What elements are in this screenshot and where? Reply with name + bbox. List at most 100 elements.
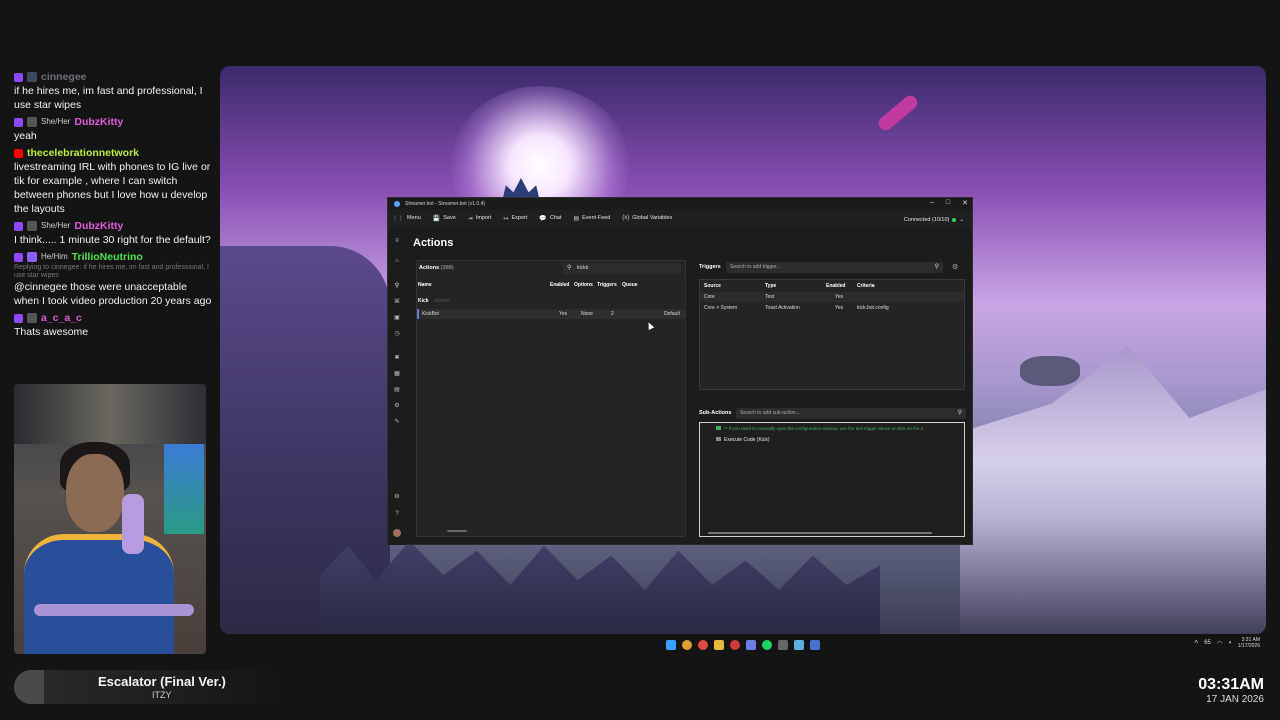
nav-settings-icon[interactable]: ⚙ (393, 493, 401, 501)
chat-username: DubzKitty (74, 116, 124, 128)
tray-datetime[interactable]: 3:31 AM 1/17/2026 (1238, 637, 1260, 649)
network-icon[interactable]: ◠ (1217, 640, 1222, 647)
chat-reply-context: Replying to cinnegee: if he hires me, im… (14, 264, 209, 279)
menu-export-button[interactable]: ↦ Export (503, 215, 527, 222)
col-options[interactable]: Options (574, 282, 593, 288)
chat-overlay: cinnegee if he hires me, im fast and prof… (14, 70, 214, 342)
stream-layout: cinnegee if he hires me, im fast and prof… (0, 0, 1280, 720)
nav-integrations-icon[interactable]: ✖ (393, 354, 401, 362)
horizontal-scrollbar[interactable] (447, 530, 467, 532)
action-group-header[interactable]: Kick actions (418, 298, 450, 304)
nav-queues-icon[interactable]: ▣ (393, 314, 401, 322)
menu-save-button[interactable]: 💾 Save (433, 215, 456, 222)
chat-pronouns: He/Him (41, 252, 68, 261)
menu-bar: ⋮⋮ Menu 💾 Save ⇥ Import ↦ Export 💬 Chat ▤ Event Fee… (388, 210, 972, 226)
menu-item-label: Global Variables (632, 215, 673, 221)
chat-username: TrillioNeutrino (71, 251, 143, 263)
subactions-list: ** If you need to manually open the conf… (699, 422, 965, 537)
actions-search-value: kickb (577, 265, 589, 271)
nav-commands-icon[interactable]: ⌘ (393, 298, 401, 306)
wallpaper-forest (320, 540, 880, 634)
browser-icon[interactable] (698, 640, 708, 650)
gear-icon[interactable]: ⚙ (952, 263, 958, 271)
close-button[interactable]: ✕ (962, 199, 968, 207)
volume-icon[interactable]: ◖ (1228, 640, 1232, 646)
user-avatar[interactable] (393, 529, 401, 537)
actions-label: Actions (419, 265, 440, 271)
horizontal-scrollbar[interactable] (708, 532, 932, 534)
nav-actions-icon[interactable]: ⚲ (393, 282, 401, 290)
app-icon[interactable] (730, 640, 740, 650)
chat-text: I think..... 1 minute 30 right for the d… (14, 234, 211, 246)
trigger-type: Test (765, 294, 775, 300)
chat-pronouns: She/Her (41, 117, 71, 126)
chat-username: thecelebrationnetwork (27, 147, 140, 159)
file-explorer-icon[interactable] (714, 640, 724, 650)
spotify-icon[interactable] (762, 640, 772, 650)
nav-home-icon[interactable]: ⌂ (393, 257, 401, 265)
maximize-button[interactable]: □ (946, 199, 950, 207)
col-triggers[interactable]: Triggers (597, 282, 617, 288)
youtube-icon (14, 148, 23, 158)
webcam-feed (14, 384, 206, 654)
chat-message-header: She/Her DubzKitty (14, 219, 214, 233)
actions-search-input[interactable]: ⚲ kickb (563, 263, 681, 274)
triggers-table: Source Type Enabled Criteria Core Test Y… (699, 279, 965, 390)
chat-username: a_c_a_c (41, 312, 82, 324)
menu-import-button[interactable]: ⇥ Import (468, 215, 492, 222)
subaction-comment[interactable]: ** If you need to manually open the conf… (716, 426, 962, 431)
chat-text: if he hires me, im fast and professional… (14, 85, 203, 111)
table-row[interactable]: Core > System Toast Activation Yes kick.… (700, 303, 964, 313)
song-title: Escalator (Final Ver.) (98, 674, 226, 689)
subactions-panel: Sub-Actions Search to add sub-action... … (699, 406, 967, 538)
nav-timers-icon[interactable]: ◷ (393, 330, 401, 338)
nav-menu-icon[interactable]: ≡ (393, 237, 401, 245)
nav-logs-icon[interactable]: ✎ (393, 418, 401, 426)
terminal-icon[interactable] (778, 640, 788, 650)
menu-global-variables-button[interactable]: (x) Global Variables (622, 215, 672, 221)
streamerbot-active-icon[interactable] (810, 640, 820, 650)
nav-platforms-icon[interactable]: ▤ (393, 386, 401, 394)
table-row[interactable]: KickBot Yes None 2 Default (417, 309, 685, 319)
col-queue[interactable]: Queue (622, 282, 638, 288)
col-name[interactable]: Name (418, 282, 432, 288)
triggers-search-input[interactable]: Search to add trigger... ⚲ (726, 262, 943, 273)
nav-help-icon[interactable]: ? (393, 510, 401, 518)
windows-start-icon[interactable] (666, 640, 676, 650)
window-titlebar[interactable]: Streamer.bot - Streamer.bot (v1.0.4) (388, 198, 972, 210)
song-artist: ITZY (152, 690, 172, 700)
list-item[interactable]: Execute Code (Kick) (716, 437, 770, 443)
col-type[interactable]: Type (765, 283, 776, 289)
user-badge-icon (27, 117, 37, 127)
subactions-search-input[interactable]: Search to add sub-action... ⚲ (736, 408, 966, 419)
connection-status[interactable]: Connected (10/10) ⌄ (904, 217, 964, 223)
webcam-person-arm (34, 604, 194, 616)
menu-chat-button[interactable]: 💬 Chat (539, 215, 561, 222)
vscode-icon[interactable] (794, 640, 804, 650)
streamerbot-icon[interactable] (746, 640, 756, 650)
trigger-enabled: Yes (835, 294, 844, 300)
triggers-search-placeholder: Search to add trigger... (730, 264, 781, 270)
col-enabled[interactable]: Enabled (550, 282, 569, 288)
menu-item-label: Import (475, 215, 492, 221)
col-source[interactable]: Source (704, 283, 721, 289)
row-queue: Default (664, 311, 680, 317)
tray-chevron-icon[interactable]: ^ (1194, 639, 1198, 648)
connection-dot-icon (952, 218, 957, 222)
nav-servers-icon[interactable]: ▦ (393, 370, 401, 378)
user-badge-icon (27, 252, 37, 262)
trigger-criteria: kick.bot.config (857, 305, 889, 311)
nav-tools-icon[interactable]: ⚙ (393, 402, 401, 410)
menu-menu-button[interactable]: ⋮⋮ Menu (392, 215, 421, 222)
window-title: Streamer.bot - Streamer.bot (v1.0.4) (405, 201, 486, 207)
webcam-person-body (24, 534, 174, 654)
col-enabled[interactable]: Enabled (826, 283, 845, 289)
col-criteria[interactable]: Criteria (857, 283, 875, 289)
import-icon: ⇥ (467, 215, 473, 222)
chrome-icon[interactable] (682, 640, 692, 650)
menu-event-feed-button[interactable]: ▤ Event Feed (573, 215, 610, 222)
minimize-button[interactable]: – (930, 199, 934, 207)
app-logo-icon (394, 201, 400, 207)
user-badge-icon (27, 221, 37, 231)
table-row[interactable]: Core Test Yes (700, 292, 964, 302)
